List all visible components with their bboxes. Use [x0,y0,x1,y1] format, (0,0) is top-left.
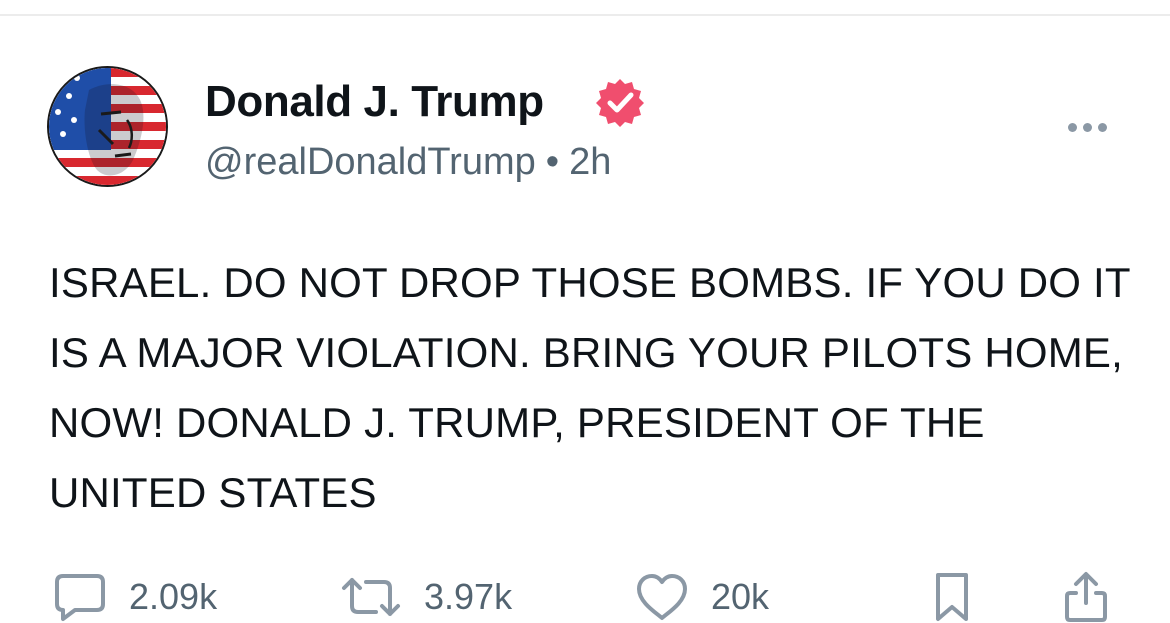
avatar[interactable] [47,66,168,187]
post-screen: Donald J. Trump @realDonaldTrump • 2h ISRA… [0,0,1170,623]
reply-count: 2.09k [129,575,218,617]
separator-dot: • [545,141,560,183]
bookmark-button[interactable] [930,570,974,623]
author-handle[interactable]: @realDonaldTrump [205,141,536,183]
like-count: 20k [711,575,770,617]
heart-icon [637,573,687,620]
repost-icon [342,577,400,616]
flag-portrait-icon [49,68,166,185]
more-dot [1067,122,1077,132]
share-icon [1065,571,1107,622]
repost-button[interactable]: 3.97k [340,570,512,623]
like-button[interactable]: 20k [635,570,769,623]
more-dot [1097,122,1107,132]
verified-badge-icon [596,79,644,127]
action-bar: 2.09k 3.97k 20k [0,570,1170,623]
bookmark-icon [936,572,968,621]
author-meta: @realDonaldTrump • 2h [205,139,611,185]
reply-icon [55,573,105,621]
divider [0,14,1170,16]
repost-count: 3.97k [424,575,513,617]
post-text: ISRAEL. DO NOT DROP THOSE BOMBS. IF YOU … [49,259,1131,516]
author-display-name[interactable]: Donald J. Trump [205,76,544,128]
share-button[interactable] [1062,570,1110,623]
more-options-button[interactable] [1057,110,1117,144]
post-timestamp[interactable]: 2h [569,141,611,183]
more-dot [1082,122,1092,132]
reply-button[interactable]: 2.09k [53,570,217,623]
